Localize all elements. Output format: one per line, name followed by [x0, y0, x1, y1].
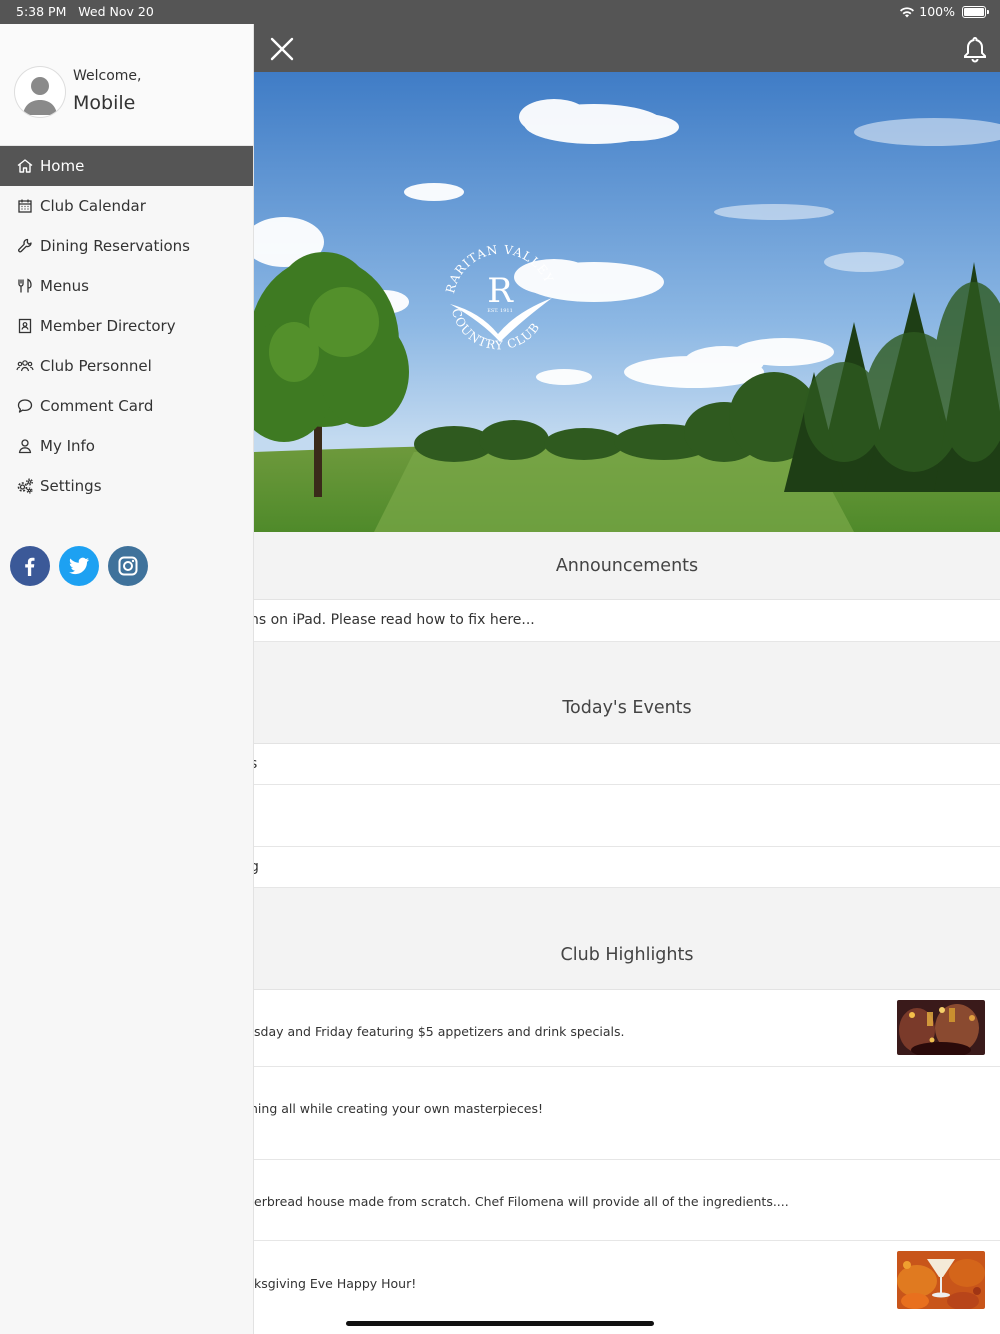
logo-est: EST. 1911: [487, 308, 513, 314]
status-right: 100%: [899, 4, 989, 19]
announcements-title: Announcements: [555, 556, 699, 576]
twitter-icon: [69, 557, 89, 575]
nav-item-club-calendar[interactable]: Club Calendar: [0, 186, 253, 226]
highlight-item[interactable]: sday and Friday featuring $5 appetizers …: [254, 990, 1000, 1067]
nav-item-menus[interactable]: Menus: [0, 266, 253, 306]
calendar-icon: [18, 199, 32, 213]
nav-item-club-personnel[interactable]: Club Personnel: [0, 346, 253, 386]
nav-item-member-directory[interactable]: Member Directory: [0, 306, 253, 346]
wrench-icon: [18, 238, 32, 253]
nav-label-my-info: My Info: [40, 437, 95, 455]
twitter-button[interactable]: [59, 546, 99, 586]
instagram-button[interactable]: [108, 546, 148, 586]
nav-label-member-directory: Member Directory: [40, 317, 176, 335]
user-icon: [18, 439, 32, 454]
event-item[interactable]: s: [254, 744, 1000, 785]
facebook-button[interactable]: [10, 546, 50, 586]
status-time: 5:38 PM Wed Nov 20: [16, 4, 154, 19]
cogs-icon: [17, 478, 33, 494]
nav-item-comment-card[interactable]: Comment Card: [0, 386, 253, 426]
highlights-title: Club Highlights: [560, 945, 694, 965]
user-name: Mobile: [73, 92, 136, 114]
nav-item-settings[interactable]: Settings: [0, 466, 253, 506]
home-content: R EST. 1911 RARITAN VALLEY COUNTRY CLUB …: [254, 72, 1000, 1334]
battery-percent: 100%: [919, 4, 955, 19]
bell-icon: [964, 36, 986, 63]
hero-image: R EST. 1911 RARITAN VALLEY COUNTRY CLUB: [254, 72, 1000, 532]
close-icon: [270, 37, 294, 61]
nav-label-settings: Settings: [40, 477, 102, 495]
welcome-text: Welcome,: [73, 68, 142, 84]
nav-label-club-calendar: Club Calendar: [40, 197, 146, 215]
highlight-item[interactable]: erbread house made from scratch. Chef Fi…: [254, 1160, 1000, 1241]
battery-icon: [962, 5, 989, 18]
nav-item-dining-reservations[interactable]: Dining Reservations: [0, 226, 253, 266]
events-header: Today's Events: [254, 642, 1000, 744]
address-book-icon: [18, 318, 32, 334]
party-photo: [897, 1000, 985, 1055]
facebook-icon: [25, 557, 35, 576]
avatar-placeholder-icon: [23, 77, 57, 115]
nav-list: Home Club Calendar Dining Reservations M…: [0, 146, 253, 506]
golf-course-photo: R EST. 1911 RARITAN VALLEY COUNTRY CLUB: [254, 72, 1000, 532]
highlight-item[interactable]: ning all while creating your own masterp…: [254, 1067, 1000, 1160]
home-indicator: [346, 1321, 654, 1326]
logo-letter: R: [487, 271, 514, 311]
nav-item-home[interactable]: Home: [0, 146, 253, 186]
event-item[interactable]: [254, 785, 1000, 847]
events-title: Today's Events: [562, 698, 692, 718]
social-links: [0, 506, 253, 586]
users-icon: [16, 360, 34, 372]
top-bar: [254, 24, 1000, 72]
comment-icon: [17, 399, 33, 413]
close-menu-button[interactable]: [268, 35, 296, 63]
instagram-icon: [118, 556, 138, 576]
nav-label-menus: Menus: [40, 277, 89, 295]
thanksgiving-drink-photo: [897, 1251, 985, 1309]
nav-label-comment-card: Comment Card: [40, 397, 154, 415]
highlights-header: Club Highlights: [254, 888, 1000, 990]
wifi-icon: [900, 6, 915, 17]
profile-header: Welcome, Mobile: [0, 24, 253, 146]
nav-label-home: Home: [40, 157, 85, 175]
home-icon: [17, 159, 33, 173]
avatar: [15, 67, 65, 117]
nav-item-my-info[interactable]: My Info: [0, 426, 253, 466]
highlight-thumbnail: [897, 1000, 985, 1055]
event-item[interactable]: g: [254, 847, 1000, 888]
side-menu: Welcome, Mobile Home Club Calendar Dinin…: [0, 24, 254, 1334]
nav-label-club-personnel: Club Personnel: [40, 357, 152, 375]
notifications-button[interactable]: [962, 35, 988, 63]
nav-label-dining-reservations: Dining Reservations: [40, 237, 190, 255]
highlight-thumbnail: [897, 1251, 985, 1309]
status-bar: 5:38 PM Wed Nov 20 100%: [0, 0, 1000, 24]
utensils-icon: [18, 278, 32, 293]
announcements-header: Announcements: [254, 532, 1000, 600]
announcement-item[interactable]: ns on iPad. Please read how to fix here.…: [254, 600, 1000, 642]
